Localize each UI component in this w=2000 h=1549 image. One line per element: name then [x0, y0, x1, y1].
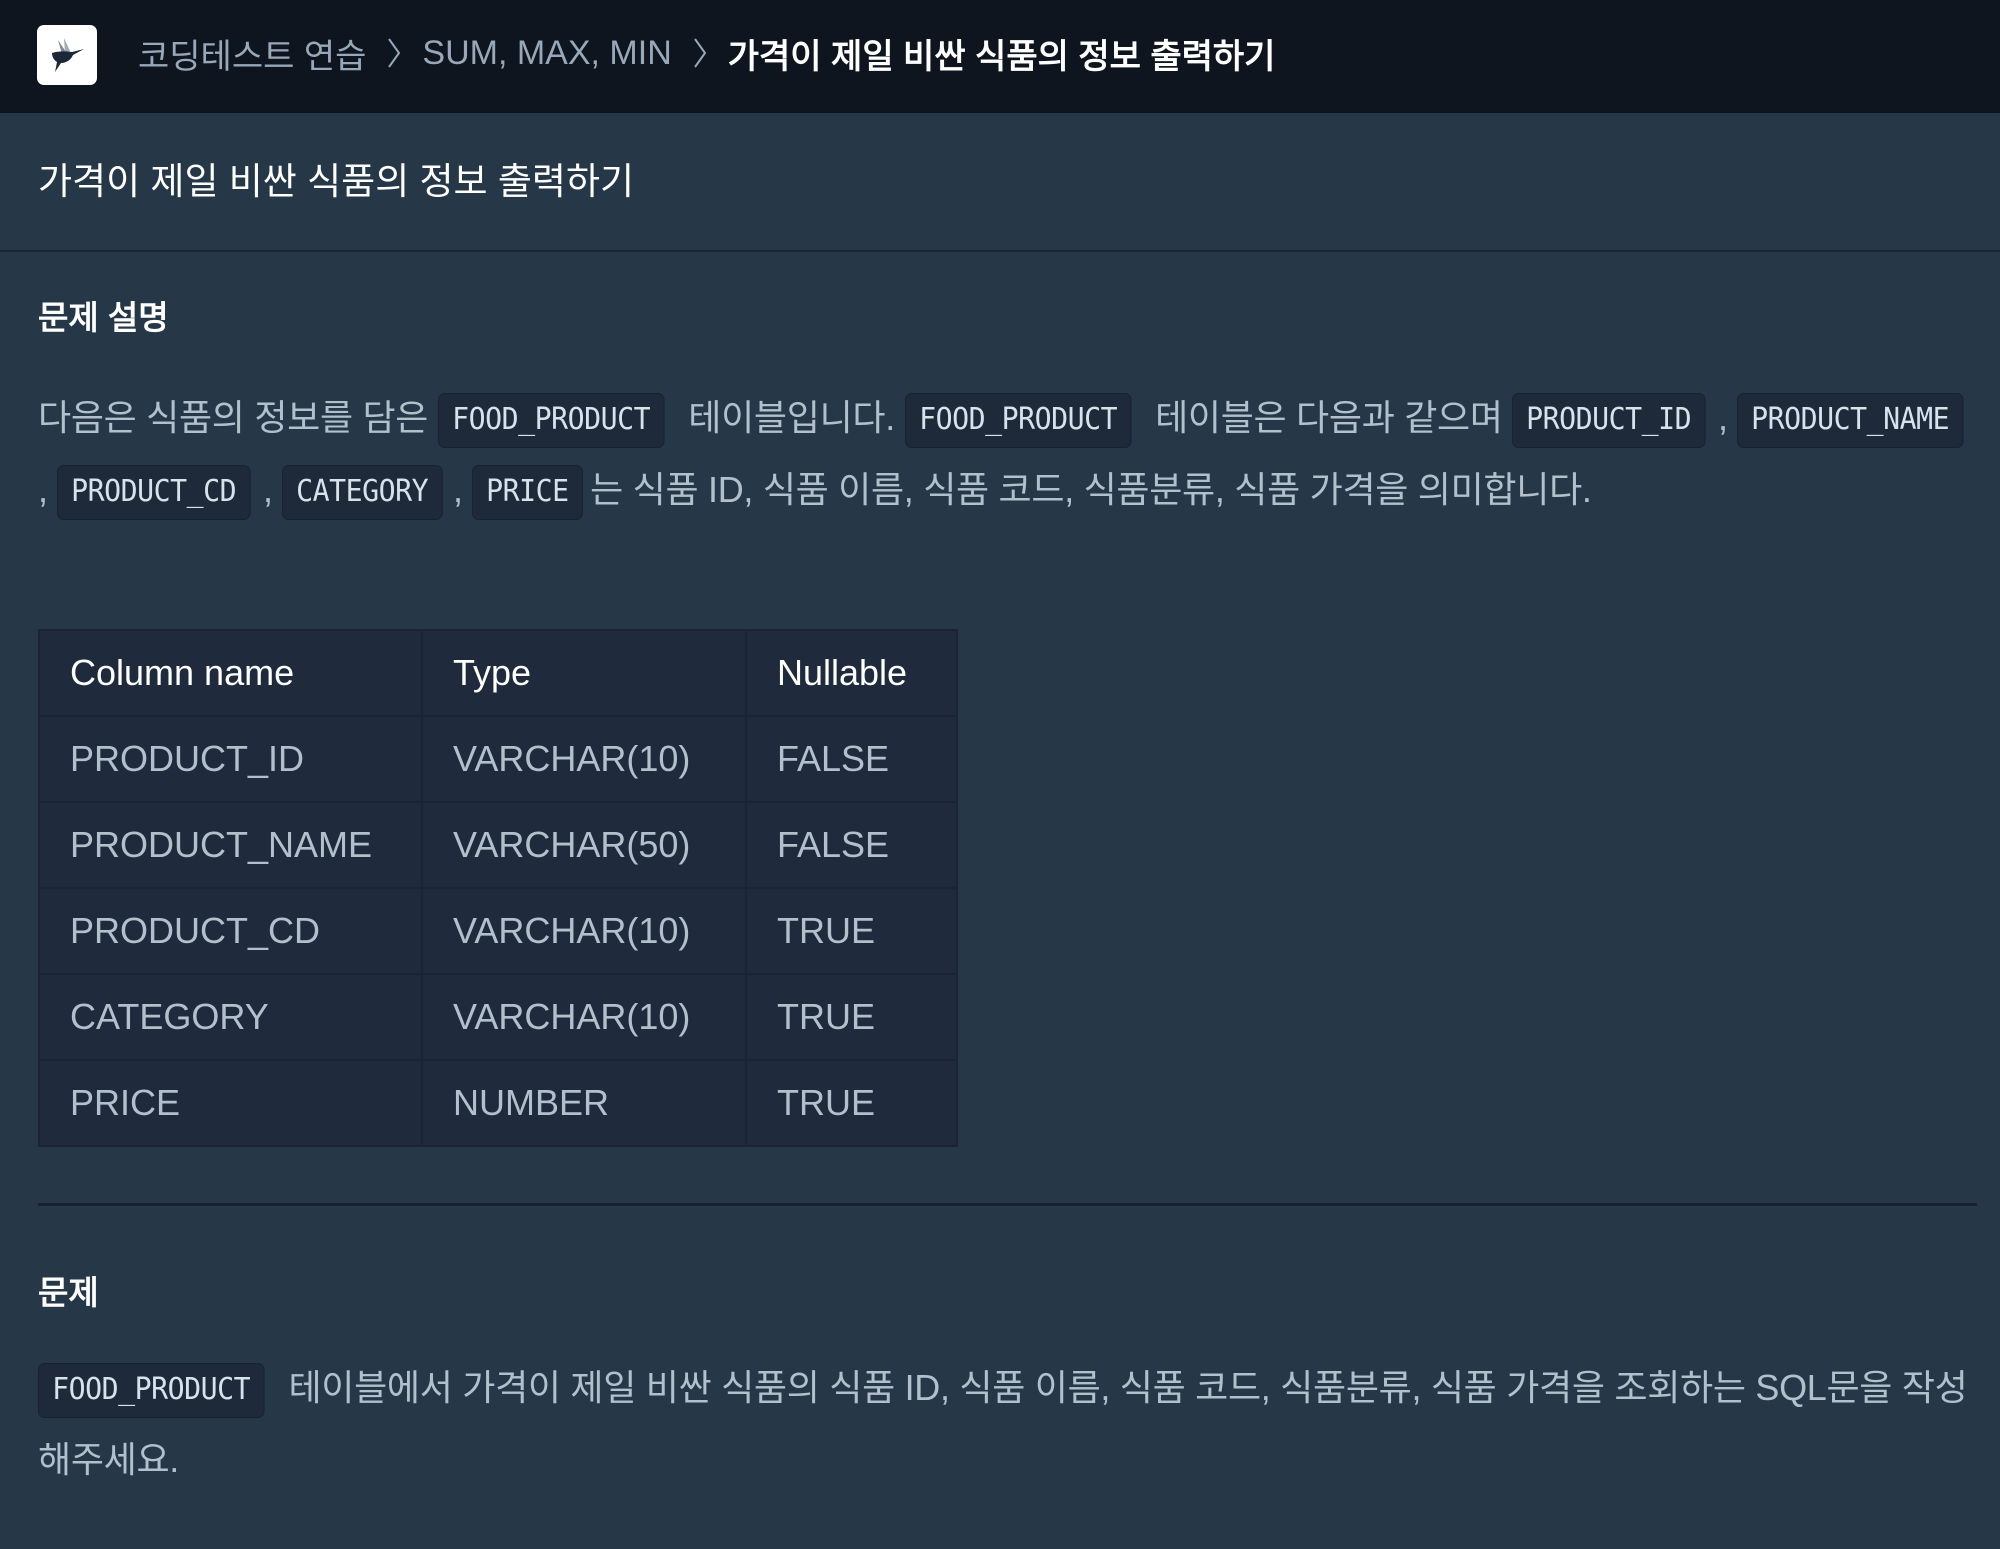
hummingbird-icon [52, 38, 84, 72]
cell-nullable: FALSE [745, 801, 958, 889]
hummingbird-logo-icon[interactable] [37, 25, 97, 85]
code-table-name: FOOD_PRODUCT [38, 1362, 265, 1418]
comma: , [452, 469, 463, 510]
column-header-nullable: Nullable [745, 629, 958, 717]
description-paragraph: 다음은 식품의 정보를 담은 FOOD_PRODUCT 테이블입니다. FOOD… [38, 382, 1983, 526]
description-text: 다음은 식품의 정보를 담은 [38, 397, 429, 438]
cell-nullable: FALSE [745, 715, 958, 803]
chevron-right-icon [372, 33, 416, 73]
cell-nullable: TRUE [745, 973, 958, 1061]
column-header-name: Column name [38, 629, 423, 717]
cell-type: VARCHAR(10) [421, 887, 747, 975]
breadcrumb: 코딩테스트 연습 SUM, MAX, MIN 가격이 제일 비싼 식품의 정보 … [138, 28, 1275, 78]
code-column-price: PRICE [472, 464, 584, 520]
top-navigation-bar: 코딩테스트 연습 SUM, MAX, MIN 가격이 제일 비싼 식품의 정보 … [0, 0, 2000, 113]
problem-heading: 문제 [38, 1274, 99, 1311]
table-row: PRODUCT_CD VARCHAR(10) TRUE [38, 887, 958, 975]
cell-nullable: TRUE [745, 1059, 958, 1147]
breadcrumb-item-category[interactable]: SUM, MAX, MIN [422, 34, 671, 73]
schema-table: Column name Type Nullable PRODUCT_ID VAR… [38, 629, 958, 1147]
cell-type: NUMBER [421, 1059, 747, 1147]
chevron-right-icon [678, 33, 722, 73]
table-row: CATEGORY VARCHAR(10) TRUE [38, 973, 958, 1061]
code-column-category: CATEGORY [282, 464, 443, 520]
cell-column-name: CATEGORY [38, 973, 423, 1061]
code-table-name: FOOD_PRODUCT [904, 392, 1131, 448]
cell-column-name: PRODUCT_ID [38, 715, 423, 803]
breadcrumb-item-coding-test[interactable]: 코딩테스트 연습 [138, 29, 366, 78]
cell-nullable: TRUE [745, 887, 958, 975]
description-heading: 문제 설명 [38, 299, 169, 336]
code-column-product-cd: PRODUCT_CD [57, 464, 251, 520]
cell-type: VARCHAR(10) [421, 715, 747, 803]
table-header-row: Column name Type Nullable [38, 629, 958, 717]
cell-type: VARCHAR(50) [421, 801, 747, 889]
description-text: 테이블입니다. [688, 397, 895, 438]
breadcrumb-item-current: 가격이 제일 비싼 식품의 정보 출력하기 [727, 37, 1276, 76]
cell-type: VARCHAR(10) [421, 973, 747, 1061]
cell-column-name: PRODUCT_CD [38, 887, 423, 975]
table-row: PRODUCT_NAME VARCHAR(50) FALSE [38, 801, 958, 889]
cell-column-name: PRODUCT_NAME [38, 801, 423, 889]
comma: , [38, 469, 48, 510]
section-divider [38, 1203, 1977, 1206]
comma: , [1718, 397, 1728, 438]
table-row: PRODUCT_ID VARCHAR(10) FALSE [38, 715, 958, 803]
column-header-type: Type [421, 629, 747, 717]
description-text: 테이블은 다음과 같으며 [1155, 397, 1503, 438]
description-text: 는 식품 ID, 식품 이름, 식품 코드, 식품분류, 식품 가격을 의미합니… [590, 469, 1592, 510]
code-column-product-name: PRODUCT_NAME [1737, 392, 1964, 448]
problem-paragraph: FOOD_PRODUCT 테이블에서 가격이 제일 비싼 식품의 식품 ID, … [38, 1352, 1983, 1496]
code-table-name: FOOD_PRODUCT [437, 392, 665, 448]
code-column-product-id: PRODUCT_ID [1512, 392, 1706, 448]
problem-text: 테이블에서 가격이 제일 비싼 식품의 식품 ID, 식품 이름, 식품 코드,… [38, 1367, 1968, 1480]
problem-title-bar: 가격이 제일 비싼 식품의 정보 출력하기 [0, 113, 2000, 252]
cell-column-name: PRICE [38, 1059, 423, 1147]
page-title: 가격이 제일 비싼 식품의 정보 출력하기 [38, 161, 635, 202]
table-row: PRICE NUMBER TRUE [38, 1059, 958, 1147]
comma: , [263, 469, 273, 510]
